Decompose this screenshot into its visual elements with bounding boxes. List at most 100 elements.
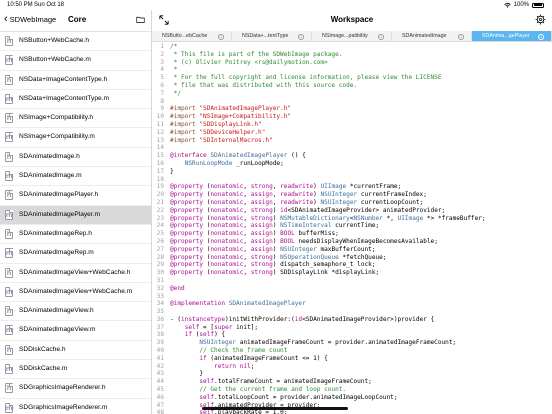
file-list-item[interactable]: h NSData+ImageContentType.h [0,71,151,90]
code-token: *currentFrame; [346,183,402,191]
code-token: assign [250,191,273,199]
code-text: @property (nonatomic, strong) SDDisplayL… [170,269,379,277]
file-name: SDAnimatedImageView.m [19,326,96,334]
file-list-item[interactable]: m NSButton+WebCache.m [0,51,151,71]
file-list-item[interactable]: m SDAnimatedImagePlayer.m [0,205,151,225]
gear-icon[interactable] [535,14,546,25]
code-line: 3 * (c) Olivier Poitrey <rs@dailymotion.… [152,59,552,67]
file-list-item[interactable]: m SDAnimatedImageRep.m [0,244,151,264]
code-token: nonatomic [210,245,244,253]
code-text: @property (nonatomic, assign) NSTimeInte… [170,222,379,230]
code-token: @property [170,245,204,253]
header-file-icon: h [5,267,13,278]
code-token: strong [250,253,273,261]
editor-tab[interactable]: NSData+...tentType × [232,31,312,41]
code-line: 12 #import "SDDeviceHelper.h" [152,129,552,137]
file-list-item[interactable]: h SDAnimatedImageRep.h [0,225,151,245]
file-list-item[interactable]: h SDGraphicsImageRenderer.h [0,379,151,399]
editor-tab[interactable]: NSButto...ebCache × [152,31,232,41]
code-line: 33 [152,293,552,301]
file-list-item[interactable]: h SDDiskCache.h [0,341,151,361]
line-number: 15 [156,152,164,160]
close-icon[interactable]: × [298,33,304,40]
code-token: "NSImage+Compatibility.h" [199,113,292,121]
folder-icon[interactable] [136,15,145,24]
code-token: #import [170,120,200,128]
file-name: SDDiskCache.h [19,345,66,353]
file-name: NSButton+WebCache.h [19,37,90,44]
code-text: @implementation SDAnimatedImagePlayer [170,300,306,308]
file-list-item[interactable]: h NSButton+WebCache.h [0,32,151,52]
code-line: 35 [152,308,552,316]
editor-tab[interactable]: NSImage...patibility × [312,31,392,41]
code-token: self [184,323,200,331]
editor-tab[interactable]: SDAnimatedImage × [392,31,472,41]
sidebar-header: ‹ SDWebImage Core [0,10,151,32]
file-name: SDGraphicsImageRenderer.m [19,403,108,411]
code-token: init]; [232,323,259,331]
file-list-item[interactable]: m NSImage+Compatibility.m [0,128,151,148]
code-token: /* [170,43,178,50]
file-list-item[interactable]: h SDAnimatedImageView.h [0,302,151,322]
code-line: 46 self.totalLoopCount = provider.animat… [152,394,552,402]
code-text: @property (nonatomic, assign) BOOL buffe… [170,230,339,238]
editor-tab[interactable]: SDAnima...gePlayer × [472,31,552,41]
code-token: strong [250,261,273,269]
code-token: assign [250,237,273,245]
home-indicator[interactable] [202,407,348,410]
code-token: "SDAnimatedImagePlayer.h" [199,105,292,113]
header-file-icon: h [5,113,13,124]
line-number: 3 [160,58,164,66]
line-number: 44 [156,378,164,386]
file-list-item[interactable]: m NSData+ImageContentType.m [0,90,151,110]
code-text: if (self) { [170,331,225,339]
file-list-item[interactable]: m SDAnimatedImageView+WebCache.m [0,283,151,303]
line-number: 26 [156,237,164,245]
close-icon[interactable]: × [218,33,224,40]
code-text: self.totalFrameCount = animatedImageFram… [170,378,371,386]
code-token: NSOperationQueue [280,253,339,261]
code-token: bufferMiss; [294,230,339,238]
file-list-item[interactable]: h SDAnimatedImagePlayer.h [0,186,151,206]
header-file-icon: h [5,190,13,201]
close-icon[interactable]: × [538,33,544,40]
code-line: 27 @property (nonatomic, assign) NSUInteg… [152,246,552,254]
line-number: 17 [156,167,164,175]
file-list-item[interactable]: h SDAnimatedImageView+WebCache.h [0,264,151,283]
code-token: NSUInteger [199,339,237,347]
file-list-item[interactable]: h SDAnimatedImage.h [0,148,151,168]
file-list-item[interactable]: h NSImage+Compatibility.h [0,109,151,129]
tab-label: NSButto...ebCache [162,33,208,39]
code-text: @property (nonatomic, assign) NSUInteger… [170,246,376,254]
close-icon[interactable]: × [378,33,384,40]
code-token: } [170,370,204,378]
file-list-item[interactable]: m SDAnimatedImage.m [0,167,151,187]
line-number: 38 [156,331,164,339]
code-editor[interactable]: 1/* 2 * This file is part of the SDWebIma… [152,43,552,414]
file-list-item[interactable]: m SDGraphicsImageRenderer.m [0,399,151,414]
code-token: ) SDDisplayLink *displayLink; [272,269,380,277]
header-file-icon: h [5,383,13,394]
code-token: animatedImageFrameCount = provider.anima… [236,339,457,347]
code-line: 44 self.totalFrameCount = animatedImageF… [152,378,552,386]
code-text: */ [170,90,181,98]
file-list-item[interactable]: m SDAnimatedImageView.m [0,321,151,341]
line-number: 47 [156,401,164,409]
code-token: @property [170,253,204,261]
code-token: @property [170,261,204,269]
back-button[interactable]: ‹ SDWebImage [4,14,56,25]
file-list-item[interactable]: m SDDiskCache.m [0,360,151,380]
implementation-file-icon: m [5,93,13,104]
code-token: id [294,315,303,323]
code-token: instancetype [181,315,226,323]
code-token: "SDDisplayLink.h" [199,120,262,128]
code-line: 48 self.playbackRate = 1.0; [152,409,552,414]
close-icon[interactable]: × [458,33,464,40]
line-number: 8 [160,97,164,105]
